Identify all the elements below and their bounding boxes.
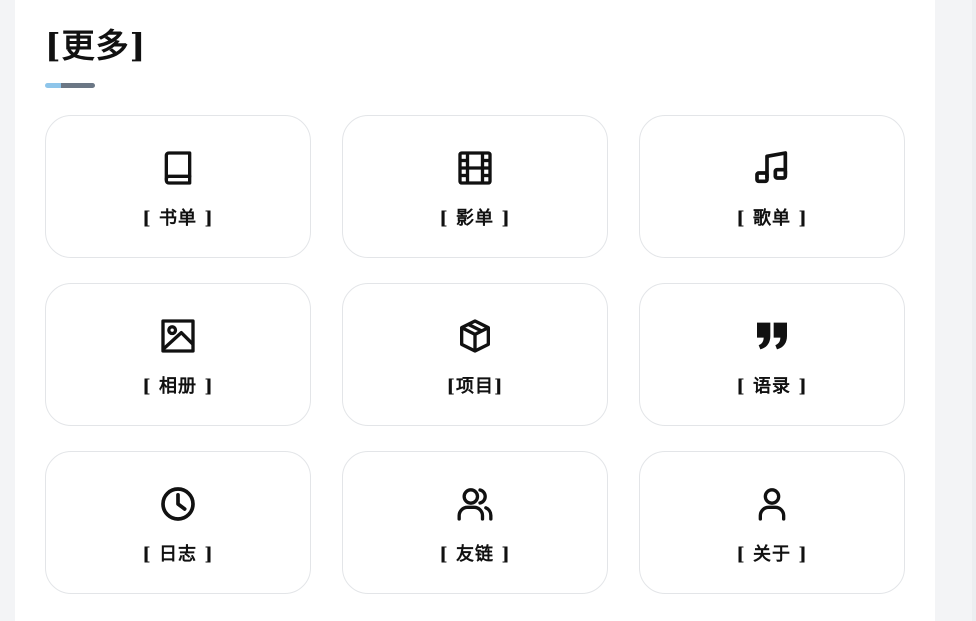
menu-card-films[interactable]: [ 影单 ] xyxy=(342,115,608,258)
menu-card-label: [ 影单 ] xyxy=(439,208,511,229)
music-note-icon xyxy=(752,148,792,188)
menu-card-label: [项目] xyxy=(446,376,504,397)
menu-card-label: [ 歌单 ] xyxy=(736,208,808,229)
book-icon xyxy=(158,148,198,188)
menu-card-quotes[interactable]: [ 语录 ] xyxy=(639,283,905,426)
menu-card-about[interactable]: [ 关于 ] xyxy=(639,451,905,594)
menu-card-journal[interactable]: [ 日志 ] xyxy=(45,451,311,594)
clock-icon xyxy=(158,484,198,524)
menu-card-album[interactable]: [ 相册 ] xyxy=(45,283,311,426)
users-icon xyxy=(455,484,495,524)
scrollbar-track[interactable] xyxy=(972,0,976,621)
title-underline xyxy=(45,83,95,88)
section-title: [更多] xyxy=(45,26,147,65)
menu-card-projects[interactable]: [项目] xyxy=(342,283,608,426)
menu-card-label: [ 语录 ] xyxy=(736,376,808,397)
menu-card-songs[interactable]: [ 歌单 ] xyxy=(639,115,905,258)
image-icon xyxy=(158,316,198,356)
user-icon xyxy=(752,484,792,524)
menu-card-books[interactable]: [ 书单 ] xyxy=(45,115,311,258)
quote-icon xyxy=(752,316,792,356)
film-icon xyxy=(455,148,495,188)
menu-card-label: [ 书单 ] xyxy=(142,208,214,229)
page-side-gutter xyxy=(935,0,976,621)
menu-card-label: [ 关于 ] xyxy=(736,544,808,565)
more-menu-grid: [ 书单 ] [ 影单 ] [ 歌单 ] [相册] [项目] [语录] … xyxy=(45,115,905,594)
menu-card-label: [ 相册 ] xyxy=(142,376,214,397)
package-box-icon xyxy=(455,316,495,356)
menu-card-label: [ 日志 ] xyxy=(142,544,214,565)
menu-card-label: [ 友链 ] xyxy=(439,544,511,565)
menu-card-friend-links[interactable]: [ 友链 ] xyxy=(342,451,608,594)
